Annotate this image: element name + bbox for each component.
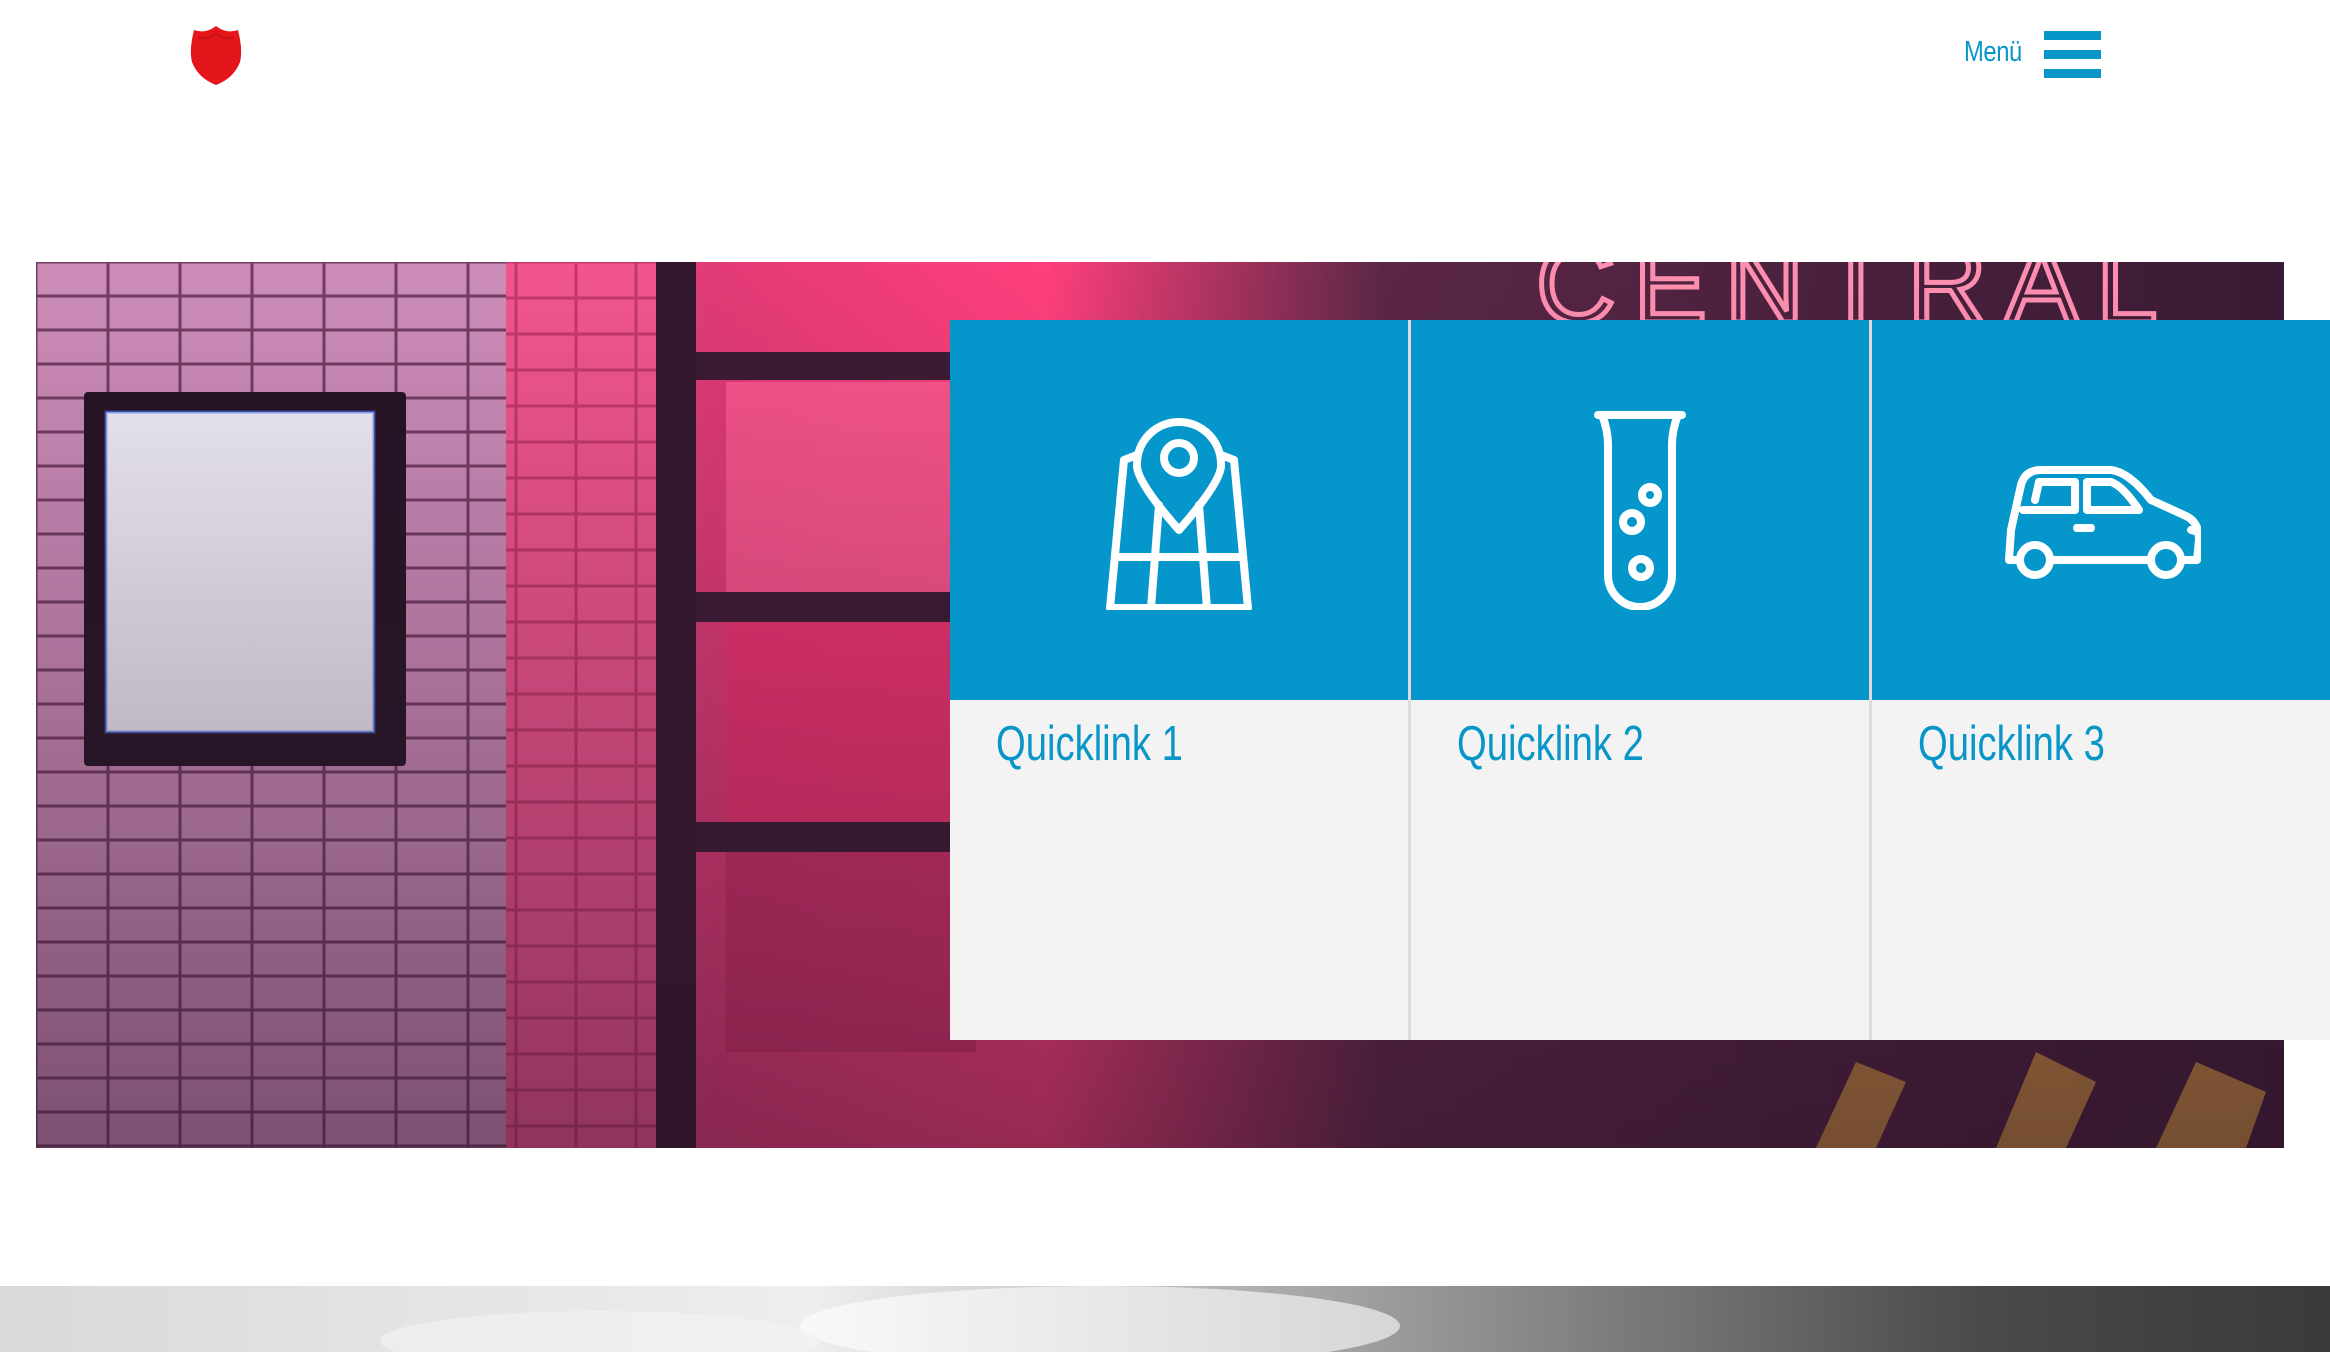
logo-shield-icon[interactable] bbox=[188, 24, 244, 86]
car-icon bbox=[2005, 466, 2201, 579]
quicklink-label: Quicklink 1 bbox=[996, 717, 1183, 771]
hamburger-icon bbox=[2044, 31, 2101, 78]
menu-label: Menü bbox=[1964, 36, 2022, 68]
test-tube-icon bbox=[1594, 411, 1686, 610]
quicklink-icon-box bbox=[950, 320, 1408, 700]
quicklink-card-2[interactable]: Quicklink 2 bbox=[1411, 320, 1869, 1040]
footer-image bbox=[0, 1286, 2330, 1352]
quicklink-icon-box bbox=[1411, 320, 1869, 700]
quicklink-label: Quicklink 3 bbox=[1918, 717, 2105, 771]
quicklink-label: Quicklink 2 bbox=[1457, 717, 1644, 771]
quicklink-icon-box bbox=[1872, 320, 2330, 700]
quicklink-card-1[interactable]: Quicklink 1 bbox=[950, 320, 1408, 1040]
site-header: Menü bbox=[0, 0, 2330, 120]
map-pin-icon bbox=[1106, 418, 1252, 610]
menu-button[interactable]: Menü bbox=[1960, 28, 2105, 80]
quicklink-card-3[interactable]: Quicklink 3 bbox=[1872, 320, 2330, 1040]
quicklinks-panel: Quicklink 1 Quicklink 2 Quicklink 3 bbox=[950, 320, 2330, 1040]
